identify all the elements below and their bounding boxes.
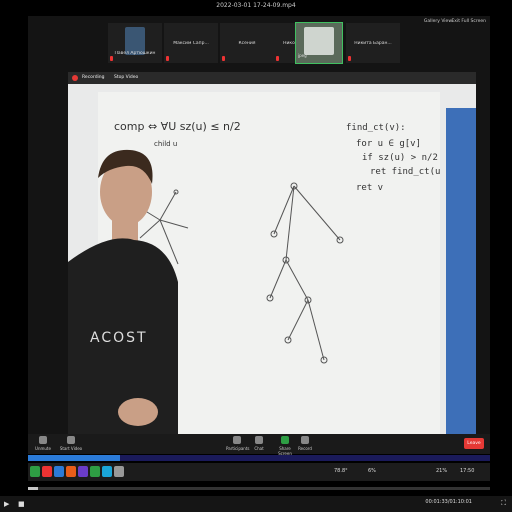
- participant-name: Павел Артюшкин: [114, 51, 156, 56]
- unmute-button[interactable]: Unmute: [32, 436, 54, 451]
- participant-tile[interactable]: Ксения: [220, 23, 274, 63]
- stop-icon[interactable]: ■: [18, 500, 25, 508]
- board-code: find_ct(v): for u ∈ g[v] if sz(u) > n/2 …: [346, 123, 446, 193]
- stop-video-button[interactable]: Stop Video: [114, 75, 138, 80]
- time-readout: 00:01:33/01:10:01: [425, 499, 472, 505]
- app-icon[interactable]: [42, 466, 52, 477]
- code-line: if sz(u) > n/2: [362, 153, 438, 163]
- cpu-temp: 78.8°: [334, 468, 348, 474]
- play-icon[interactable]: ▶: [4, 500, 9, 508]
- code-line: for u ∈ g[v]: [356, 139, 421, 149]
- app-icon[interactable]: [30, 466, 40, 477]
- share-screen-icon: [281, 436, 289, 444]
- seek-fill: [28, 487, 39, 490]
- app-icon[interactable]: [90, 466, 100, 477]
- code-line: ret find_ct(u): [370, 167, 440, 177]
- app-icon[interactable]: [78, 466, 88, 477]
- meeting-toolbar: Unmute Start Video Participants Chat Sha…: [28, 434, 490, 456]
- participant-name: Никита Баран...: [354, 41, 392, 46]
- record-label: Record: [298, 446, 312, 451]
- recording-label: Recording: [82, 75, 105, 80]
- chat-label: Chat: [254, 446, 264, 451]
- chat-icon: [255, 436, 263, 444]
- video-off-icon: [67, 436, 75, 444]
- record-icon: [301, 436, 309, 444]
- muted-mic-icon: [276, 56, 279, 61]
- battery-status: 21%: [436, 468, 448, 474]
- start-video-label: Start Video: [59, 446, 83, 451]
- start-video-button[interactable]: Start Video: [56, 436, 86, 451]
- participant-badge: jpeg: [298, 53, 307, 58]
- participant-tile[interactable]: Максим Сапр...: [164, 23, 218, 63]
- participants-icon: [233, 436, 241, 444]
- code-line: ret v: [356, 183, 383, 193]
- clock: 17:50: [460, 468, 475, 474]
- background-wall: [446, 108, 476, 447]
- loading-progress: [28, 455, 490, 461]
- muted-mic-icon: [222, 56, 225, 61]
- player-title: 2022-03-01 17-24-09.mp4: [216, 2, 296, 9]
- participant-video: [304, 27, 334, 55]
- muted-mic-icon: [348, 56, 351, 61]
- share-screen-button[interactable]: Share Screen: [272, 436, 298, 456]
- record-dot-icon: [72, 75, 78, 81]
- unmute-label: Unmute: [35, 446, 51, 451]
- presenter: ACOST: [68, 149, 178, 447]
- participants-label: Participants: [226, 446, 250, 451]
- zoom-window: Gallery View Exit Full Screen Павел Артю…: [28, 16, 490, 456]
- app-icon[interactable]: [102, 466, 112, 477]
- tree-graph: [266, 182, 344, 364]
- taskbar: 78.8° 6% 21% 17:50: [28, 463, 490, 481]
- player-controls: ▶ ■ 00:01:33/01:10:01 ⛶: [0, 496, 512, 512]
- participant-name: Максим Сапр...: [173, 41, 209, 46]
- app-icon[interactable]: [114, 466, 124, 477]
- leave-button[interactable]: Leave: [464, 438, 484, 449]
- progress-fill: [28, 455, 121, 461]
- code-line: find_ct(v):: [346, 123, 406, 133]
- chat-button[interactable]: Chat: [252, 436, 266, 451]
- shared-video: Recording Stop Video comp ⇔ ∀U sz(u) ≤ n…: [68, 72, 476, 447]
- record-button[interactable]: Record: [296, 436, 314, 451]
- participant-tile[interactable]: Никита Баран...: [346, 23, 400, 63]
- participant-tile[interactable]: Павел Артюшкин: [108, 23, 162, 63]
- video-topbar: Recording Stop Video: [68, 72, 476, 84]
- muted-mic-icon: [166, 56, 169, 61]
- gallery-view-button[interactable]: Gallery View: [424, 19, 452, 24]
- participant-tile-active[interactable]: jpeg: [295, 22, 343, 64]
- mic-muted-icon: [39, 436, 47, 444]
- app-icon[interactable]: [66, 466, 76, 477]
- seek-bar[interactable]: [28, 487, 490, 490]
- app-icon[interactable]: [54, 466, 64, 477]
- fullscreen-icon[interactable]: ⛶: [501, 499, 506, 508]
- participant-name: Ксения: [238, 41, 256, 46]
- exit-full-screen-button[interactable]: Exit Full Screen: [451, 19, 486, 24]
- svg-text:ACOST: ACOST: [90, 330, 148, 346]
- muted-mic-icon: [110, 56, 113, 61]
- participants-button[interactable]: Participants: [226, 436, 250, 451]
- wifi-status: 6%: [368, 468, 376, 474]
